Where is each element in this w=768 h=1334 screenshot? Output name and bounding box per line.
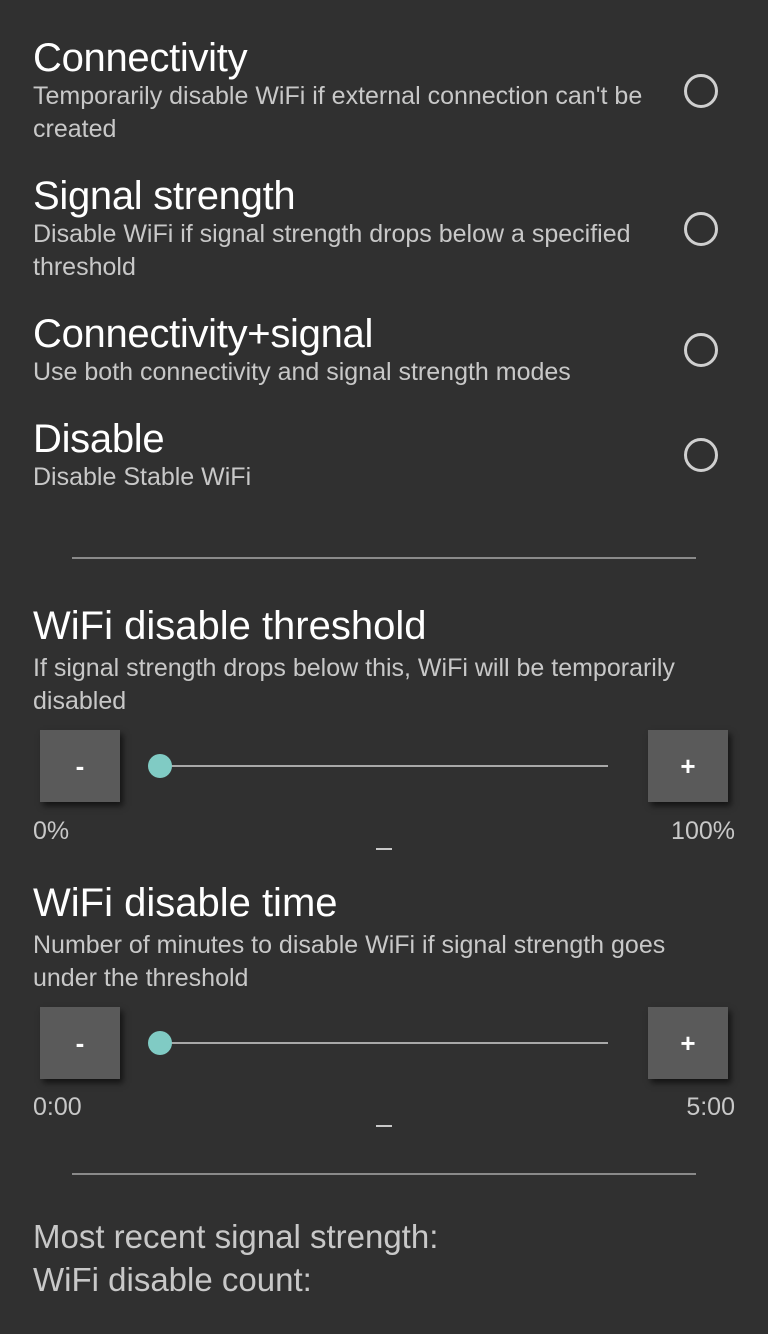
divider <box>72 557 696 559</box>
threshold-title: WiFi disable threshold <box>33 604 427 648</box>
radio-connectivity[interactable] <box>684 74 718 108</box>
disable-time-title: WiFi disable time <box>33 881 338 925</box>
mode-subtitle: Use both connectivity and signal strengt… <box>33 358 571 386</box>
threshold-subtitle: If signal strength drops below this, WiF… <box>33 654 675 715</box>
disable-time-value <box>376 1125 392 1127</box>
mode-option-signal-strength[interactable]: Signal strength Disable WiFi if signal s… <box>33 174 768 284</box>
mode-title: Connectivity+signal <box>33 312 374 356</box>
mode-option-disable[interactable]: Disable Disable Stable WiFi <box>33 417 768 494</box>
threshold-slider-track[interactable] <box>160 765 608 767</box>
mode-option-connectivity[interactable]: Connectivity Temporarily disable WiFi if… <box>33 36 768 146</box>
disable-time-decrease-button[interactable]: - <box>40 1007 120 1079</box>
threshold-increase-button[interactable]: + <box>648 730 728 802</box>
mode-subtitle: Temporarily disable WiFi if external con… <box>33 82 643 143</box>
threshold-decrease-button[interactable]: - <box>40 730 120 802</box>
threshold-min-label: 0% <box>33 817 70 845</box>
mode-title: Disable <box>33 417 165 461</box>
mode-subtitle: Disable Stable WiFi <box>33 463 252 491</box>
mode-title: Signal strength <box>33 174 296 218</box>
threshold-slider-thumb[interactable] <box>148 754 172 778</box>
mode-option-connectivity-signal[interactable]: Connectivity+signal Use both connectivit… <box>33 312 768 389</box>
radio-disable[interactable] <box>684 438 718 472</box>
signal-strength-status: Most recent signal strength: <box>33 1218 439 1255</box>
mode-subtitle: Disable WiFi if signal strength drops be… <box>33 220 631 281</box>
disable-time-min-label: 0:00 <box>33 1093 82 1121</box>
disable-time-increase-button[interactable]: + <box>648 1007 728 1079</box>
disable-time-slider-thumb[interactable] <box>148 1031 172 1055</box>
mode-title: Connectivity <box>33 36 248 80</box>
disable-count-status: WiFi disable count: <box>33 1261 312 1298</box>
radio-connectivity-signal[interactable] <box>684 333 718 367</box>
threshold-max-label: 100% <box>671 817 735 845</box>
radio-signal-strength[interactable] <box>684 212 718 246</box>
disable-time-max-label: 5:00 <box>686 1093 735 1121</box>
divider <box>72 1173 696 1175</box>
threshold-value <box>376 848 392 850</box>
disable-time-subtitle: Number of minutes to disable WiFi if sig… <box>33 931 666 992</box>
disable-time-slider-track[interactable] <box>160 1042 608 1044</box>
